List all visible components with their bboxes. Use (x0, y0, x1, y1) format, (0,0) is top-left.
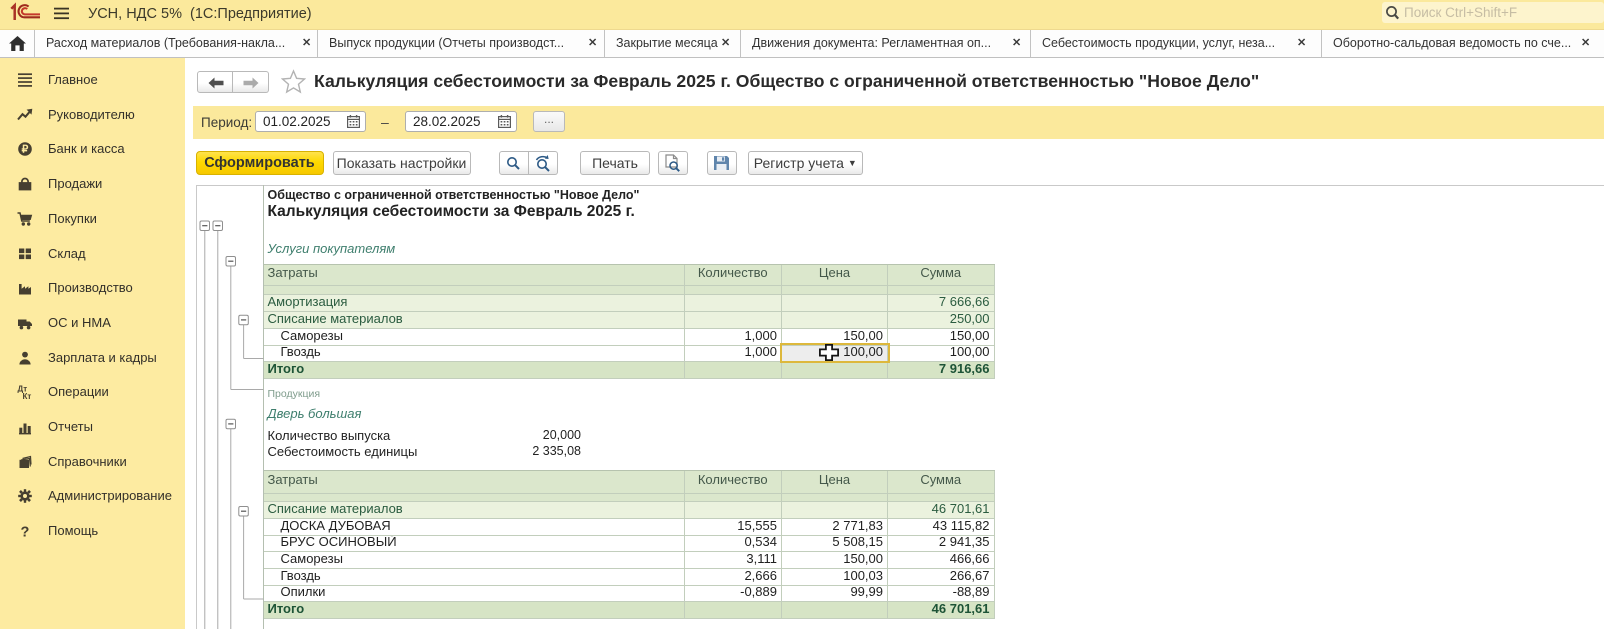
svg-text:₽: ₽ (22, 144, 29, 156)
svg-text:Кт: Кт (23, 392, 32, 400)
svg-text:?: ? (21, 525, 30, 540)
